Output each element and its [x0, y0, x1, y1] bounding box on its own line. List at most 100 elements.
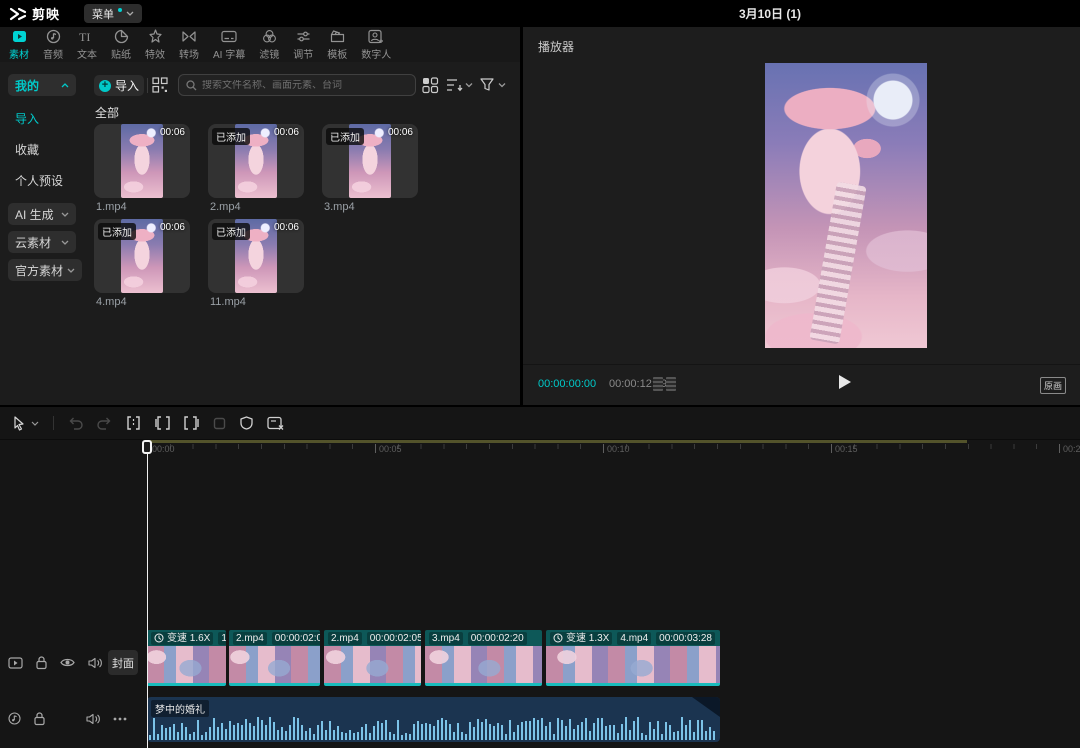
clip-filmstrip [147, 646, 226, 683]
media-filename: 11.mp4 [210, 296, 246, 308]
tab-filters[interactable]: 滤镜 [252, 27, 286, 62]
search-input[interactable] [202, 80, 408, 91]
timeline-panel: 00:00 00:05 00:10 00:15 00:20 封面 变速 1.6 [0, 405, 1080, 748]
timeline-clip-5[interactable]: 变速 1.3X 4.mp4 00:00:03:28 [546, 630, 720, 686]
timeline-clip-1[interactable]: 变速 1.6X 11.m [147, 630, 226, 686]
player-header: 播放器 [538, 38, 574, 55]
mask-button[interactable] [240, 416, 253, 430]
sidebar-item-mine[interactable]: 我的 [8, 74, 76, 96]
search-icon [186, 80, 197, 91]
tab-text[interactable]: TI 文本 [70, 27, 104, 62]
playhead-handle[interactable] [142, 440, 152, 454]
menu-button[interactable]: 菜单 [84, 4, 142, 23]
split-button[interactable] [126, 416, 141, 430]
tab-ai-captions[interactable]: AI 字幕 [206, 27, 252, 62]
media-card-1[interactable]: 00:06 [94, 124, 190, 198]
close-captions-button[interactable] [267, 416, 284, 430]
media-card-4[interactable]: 已添加 00:06 [94, 219, 190, 293]
clip-duration: 00:00:02:20 [468, 632, 527, 645]
tab-adjust[interactable]: 调节 [286, 27, 320, 62]
quality-button[interactable]: 原画 [1040, 377, 1066, 394]
cover-button[interactable]: 封面 [108, 650, 138, 675]
sort-icon [446, 77, 472, 93]
section-label-all[interactable]: 全部 [95, 104, 119, 121]
search-bar[interactable] [178, 74, 416, 96]
clip-filmstrip [324, 646, 421, 683]
svg-text:TI: TI [79, 30, 90, 44]
import-button[interactable]: + 导入 [94, 75, 144, 96]
filter-button[interactable] [480, 77, 506, 98]
menu-notification-dot [118, 8, 122, 12]
redo-button[interactable] [97, 417, 112, 430]
chevron-down-icon [61, 212, 69, 217]
media-sidebar: 我的 导入 收藏 个人预设 AI 生成 云素材 官方素材 [0, 62, 86, 405]
clip-name: 2.mp4 [233, 632, 267, 645]
clip-duration: 00:00:03:28 [656, 632, 715, 645]
sidebar-item-favorites[interactable]: 收藏 [15, 141, 86, 158]
duration-badge: 00:06 [160, 222, 185, 233]
menu-label: 菜单 [92, 6, 114, 22]
tab-sticker[interactable]: 贴纸 [104, 27, 138, 62]
trim-right-button[interactable] [184, 416, 199, 430]
audio-track-header [8, 712, 127, 725]
play-button[interactable] [838, 374, 852, 395]
clip-filmstrip [546, 646, 720, 683]
media-card-2[interactable]: 已添加 00:06 [208, 124, 304, 198]
text-icon: TI [79, 29, 95, 44]
player-panel: 播放器 00:00:00:00 00:00:12:19 原画 [523, 27, 1080, 405]
added-badge: 已添加 [212, 223, 250, 240]
effects-icon [148, 29, 163, 44]
tab-transition[interactable]: 转场 [172, 27, 206, 62]
trim-right-icon [184, 416, 199, 430]
sidebar-item-import[interactable]: 导入 [15, 110, 86, 127]
media-panel: 我的 导入 收藏 个人预设 AI 生成 云素材 官方素材 + 导入 [0, 62, 520, 405]
sidebar-item-presets[interactable]: 个人预设 [15, 172, 86, 189]
clip-name: 4.mp4 [617, 632, 651, 645]
clip-header: 2.mp4 00:00:02:03 [229, 630, 320, 646]
tab-templates[interactable]: 模板 [320, 27, 354, 62]
media-icon [12, 29, 27, 44]
music-note-icon [8, 712, 21, 725]
audio-clip[interactable]: 梦中的婚礼 [147, 697, 720, 742]
media-card-5[interactable]: 已添加 00:06 [208, 219, 304, 293]
qr-import-button[interactable] [152, 77, 168, 98]
project-title: 3月10日 (1) [640, 5, 900, 22]
select-tool-button[interactable] [12, 416, 39, 431]
divider [147, 78, 148, 93]
sidebar-item-ai-generate[interactable]: AI 生成 [8, 203, 76, 225]
sidebar-item-official-assets[interactable]: 官方素材 [8, 259, 82, 281]
delete-button[interactable] [213, 417, 226, 430]
media-card-3[interactable]: 已添加 00:06 [322, 124, 418, 198]
tab-digital-human[interactable]: 数字人 [354, 27, 398, 62]
timeline-ruler[interactable]: 00:00 00:05 00:10 00:15 00:20 [0, 440, 1080, 458]
sidebar-item-cloud-assets[interactable]: 云素材 [8, 231, 76, 253]
tab-media[interactable]: 素材 [2, 27, 36, 62]
capcut-logo-icon [10, 7, 26, 21]
undo-button[interactable] [68, 417, 83, 430]
tab-effects[interactable]: 特效 [138, 27, 172, 62]
timeline-scale-band [147, 440, 967, 443]
sort-button[interactable] [446, 77, 472, 98]
added-badge: 已添加 [212, 128, 250, 145]
timeline-clip-3[interactable]: 2.mp4 00:00:02:05 [324, 630, 421, 686]
tab-audio[interactable]: 音频 [36, 27, 70, 62]
lock-icon[interactable] [36, 656, 47, 669]
mute-track-icon[interactable] [88, 657, 102, 669]
digital-human-icon [368, 29, 384, 44]
timeline-clip-4[interactable]: 3.mp4 00:00:02:20 [425, 630, 542, 686]
timeline-clip-2[interactable]: 2.mp4 00:00:02:03 [229, 630, 320, 686]
chevron-down-icon [126, 11, 134, 16]
duration-badge: 00:06 [274, 127, 299, 138]
trim-left-button[interactable] [155, 416, 170, 430]
hide-track-icon[interactable] [60, 657, 75, 668]
clip-filmstrip [425, 646, 542, 683]
clip-edge [324, 683, 421, 686]
mute-track-icon[interactable] [86, 713, 100, 725]
clip-header: 2.mp4 00:00:02:05 [324, 630, 421, 646]
clip-duration: 00:00:02:03 [272, 632, 320, 645]
capcut-window: 剪映 菜单 3月10日 (1) 素材 音频 TI 文本 贴纸 特效 [0, 0, 1080, 748]
more-options-icon[interactable] [113, 717, 127, 721]
lock-icon[interactable] [34, 712, 45, 725]
grid-view-button[interactable] [422, 77, 438, 98]
clip-header: 变速 1.3X 4.mp4 00:00:03:28 [546, 630, 720, 646]
